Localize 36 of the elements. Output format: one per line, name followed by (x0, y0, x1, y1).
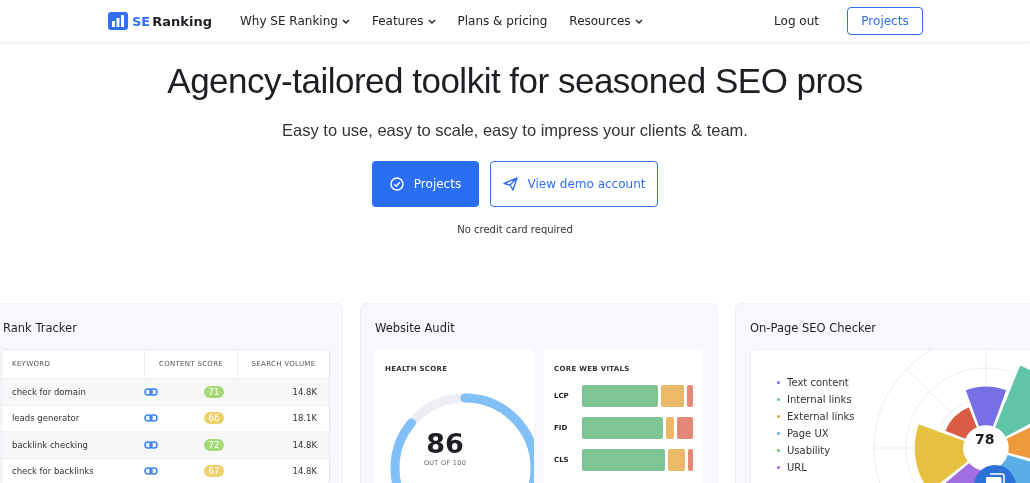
hero-title: Agency-tailored toolkit for seasoned SEO pros (167, 61, 863, 101)
card-title: On-Page SEO Checker (750, 321, 878, 335)
score-badge: 66 (203, 412, 225, 425)
logo-text: SE Ranking (132, 13, 212, 29)
hero-subtitle: Easy to use, easy to scale, easy to impress your clients & team. (282, 121, 748, 140)
legend-label: Page UX (787, 428, 829, 439)
keyword-cell-text: backlink checking (11, 439, 89, 450)
legend-label: Text content (787, 377, 849, 388)
volume-cell-text: 14.8K (291, 439, 318, 450)
checker-score: 78 (975, 431, 995, 447)
score-badge: 71 (203, 385, 225, 398)
card-title: Rank Tracker (3, 321, 78, 335)
volume-cell-text: 14.8K (291, 466, 318, 477)
logo[interactable]: SE Ranking (108, 12, 212, 30)
nav-link[interactable]: Why SE Ranking (239, 14, 350, 28)
nav-link[interactable]: Resources (569, 14, 643, 28)
legend-label: External links (787, 411, 855, 422)
score-badge: 72 (203, 438, 225, 451)
keyword-cell-text: leads generator (11, 413, 81, 424)
nav-link[interactable]: Plans & pricing (457, 14, 548, 28)
legend-label: Usability (787, 445, 831, 456)
volume-cell-text: 18.1K (291, 413, 318, 424)
projects-button[interactable]: Projects (372, 161, 479, 207)
legend-label: URL (787, 462, 807, 473)
logout-link[interactable]: Log out (774, 14, 819, 28)
score-badge: 67 (203, 465, 225, 478)
nav-link[interactable]: Features (371, 14, 436, 28)
no-card-note: No credit card required (457, 224, 573, 235)
health-score: 86 (426, 428, 464, 459)
projects-button[interactable]: Projects (847, 7, 923, 35)
volume-cell-text: 14.8K (291, 386, 318, 397)
demo-account-button[interactable]: View demo account (490, 161, 658, 207)
keyword-cell-text: check for domain (11, 386, 87, 397)
keyword-cell-text: check for backlinks (11, 466, 95, 477)
legend-label: Internal links (787, 394, 852, 405)
card-title: Website Audit (375, 321, 456, 335)
